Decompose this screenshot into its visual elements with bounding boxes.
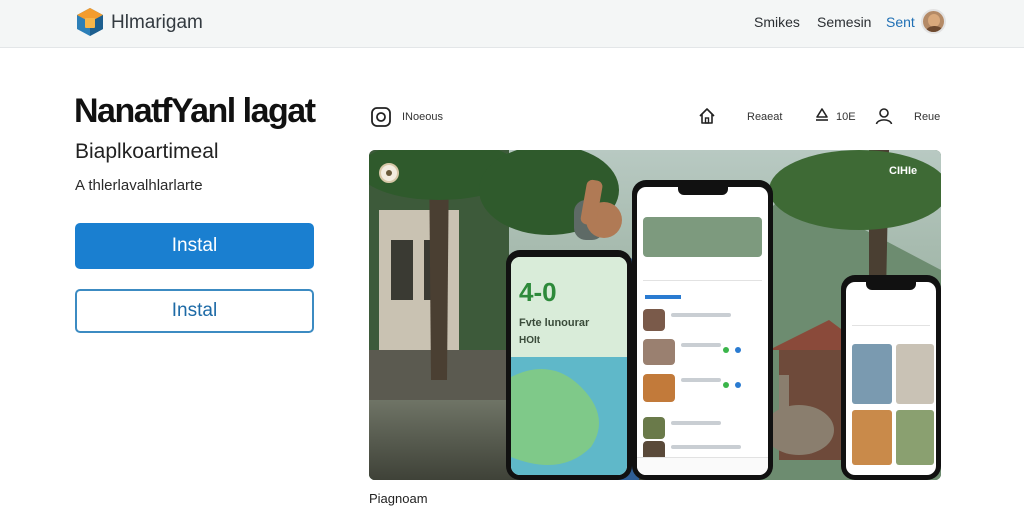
status-dot [735, 347, 741, 353]
phone-center-notch [677, 187, 728, 195]
toolbar-label[interactable]: INoeous [402, 111, 443, 123]
photo-card[interactable] [852, 344, 892, 404]
list-item[interactable] [643, 415, 762, 441]
feed-section-title [645, 295, 681, 299]
caption: Piagnoam [369, 491, 428, 506]
list-item[interactable] [643, 337, 762, 365]
list-item[interactable] [643, 307, 762, 333]
install-secondary-button[interactable]: Instal [75, 289, 314, 333]
home-icon[interactable] [697, 106, 717, 126]
nav-link-sent[interactable]: Sent [886, 14, 915, 30]
list-item-line [671, 445, 741, 449]
nav-link-smikes[interactable]: Smikes [754, 14, 800, 30]
phone-center-tabbar[interactable] [637, 457, 768, 475]
app-name[interactable]: Hlmarigam [111, 12, 203, 34]
list-item-line [671, 421, 721, 425]
nav-link-semesin[interactable]: Semesin [817, 14, 871, 30]
hero-badge-icon[interactable] [379, 163, 399, 183]
list-item-thumb [643, 339, 675, 365]
feed-actions[interactable] [643, 267, 762, 281]
avatar-body [924, 26, 944, 32]
phone-right [841, 275, 941, 480]
phone-center [632, 180, 773, 480]
photo-card[interactable] [852, 410, 892, 465]
top-bar: Hlmarigam Smikes Semesin Sent [0, 0, 1024, 48]
install-button[interactable]: Instal [75, 223, 314, 269]
camera-icon[interactable] [370, 106, 392, 128]
app-subtitle: Biaplkoartimeal [75, 140, 219, 163]
feed-card[interactable] [643, 217, 762, 257]
user-icon[interactable] [874, 106, 894, 126]
photo-card[interactable] [896, 410, 934, 465]
status-dot [735, 382, 741, 388]
list-item-line [681, 343, 721, 347]
toolbar-item-reaeat[interactable]: Reaeat [747, 111, 782, 123]
photo-card[interactable] [896, 344, 934, 404]
list-item-line [671, 313, 731, 317]
hero-tag: CIHIe [889, 165, 918, 177]
phone-left: 4-0 Fvte lunourar HOIt [506, 250, 632, 480]
phone-left-subline: Fvte lunourar [519, 317, 590, 329]
toolbar-item-reue[interactable]: Reue [914, 111, 940, 123]
list-item-thumb [643, 309, 665, 331]
phone-right-screen [846, 282, 936, 475]
status-dot [723, 382, 729, 388]
list-item-thumb [643, 374, 675, 402]
list-item-thumb [643, 417, 665, 439]
phone-left-map [511, 357, 627, 475]
hero-image: CIHIe 4-0 Fvte lunourar HOIt [369, 150, 941, 480]
list-item[interactable] [643, 372, 762, 402]
app-meta: A thlerlavalhlarlarte [75, 177, 203, 194]
status-dot [723, 347, 729, 353]
toolbar-item-10e[interactable]: 10E [836, 111, 856, 123]
phone-left-headline: 4-0 [519, 277, 557, 307]
phone-center-screen [637, 187, 768, 475]
phone-left-tag: HOIt [519, 335, 541, 346]
app-logo-icon[interactable] [76, 7, 104, 37]
recycle-icon[interactable] [812, 106, 832, 126]
list-item-line [681, 378, 721, 382]
phone-right-notch [866, 282, 916, 290]
page-title: NanatfYanl lagat [74, 92, 316, 130]
avatar[interactable] [921, 9, 946, 34]
phone-right-header [852, 312, 930, 326]
phone-left-screen: 4-0 Fvte lunourar HOIt [511, 257, 627, 475]
